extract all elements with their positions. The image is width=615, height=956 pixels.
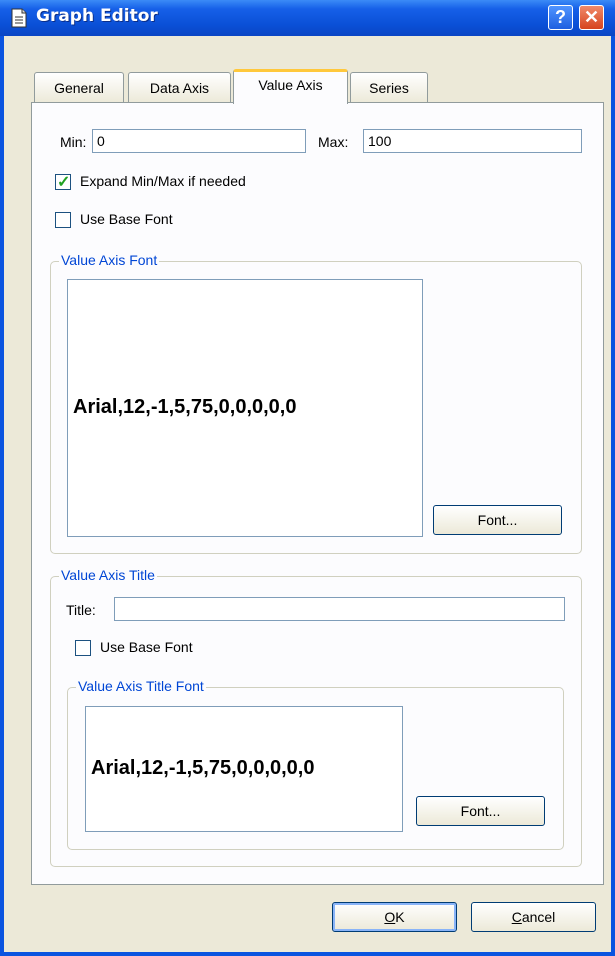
max-input[interactable]: 100 bbox=[363, 129, 582, 153]
expand-minmax-checkbox[interactable]: ✓ bbox=[55, 174, 71, 191]
close-icon[interactable]: ✕ bbox=[579, 5, 604, 30]
cancel-label-rest: ancel bbox=[521, 909, 556, 925]
title-font-preview-text: Arial,12,-1,5,75,0,0,0,0,0 bbox=[91, 757, 315, 779]
font-preview-text: Arial,12,-1,5,75,0,0,0,0,0 bbox=[73, 396, 297, 418]
value-axis-title-font-legend: Value Axis Title Font bbox=[76, 678, 206, 694]
window-frame-bottom bbox=[0, 952, 615, 956]
min-input[interactable]: 0 bbox=[92, 129, 306, 153]
value-axis-title-font-button[interactable]: Font... bbox=[416, 796, 545, 826]
tab-value-axis[interactable]: Value Axis bbox=[233, 69, 348, 104]
min-label: Min: bbox=[60, 134, 87, 150]
title-input[interactable] bbox=[114, 597, 565, 621]
help-icon[interactable]: ? bbox=[548, 5, 573, 30]
title-use-base-font-label: Use Base Font bbox=[100, 639, 193, 655]
value-axis-font-button[interactable]: Font... bbox=[433, 505, 562, 535]
title-label: Title: bbox=[66, 602, 96, 618]
use-base-font-label: Use Base Font bbox=[80, 211, 173, 227]
expand-minmax-label: Expand Min/Max if needed bbox=[80, 173, 246, 189]
document-icon bbox=[11, 8, 27, 28]
check-icon: ✓ bbox=[57, 174, 71, 191]
ok-label-rest: K bbox=[395, 909, 405, 925]
max-label: Max: bbox=[318, 134, 349, 150]
value-axis-title-font-preview: Arial,12,-1,5,75,0,0,0,0,0 bbox=[85, 706, 403, 832]
value-axis-font-preview: Arial,12,-1,5,75,0,0,0,0,0 bbox=[67, 279, 423, 537]
use-base-font-checkbox[interactable] bbox=[55, 212, 71, 228]
title-bar[interactable]: Graph Editor ? ✕ bbox=[0, 0, 615, 36]
tab-series[interactable]: Series bbox=[350, 72, 428, 103]
graph-editor-window: Graph Editor ? ✕ General Data Axis Value… bbox=[0, 0, 615, 956]
title-use-base-font-checkbox[interactable] bbox=[75, 640, 91, 656]
ok-button[interactable]: OK bbox=[332, 902, 457, 932]
cancel-button[interactable]: Cancel bbox=[471, 902, 596, 932]
ok-mnemonic: O bbox=[384, 909, 396, 925]
tab-general[interactable]: General bbox=[34, 72, 124, 103]
window-title: Graph Editor bbox=[36, 6, 158, 26]
value-axis-title-legend: Value Axis Title bbox=[59, 567, 157, 583]
tab-data-axis[interactable]: Data Axis bbox=[128, 72, 231, 103]
value-axis-font-legend: Value Axis Font bbox=[59, 252, 160, 268]
cancel-mnemonic: C bbox=[511, 909, 522, 925]
